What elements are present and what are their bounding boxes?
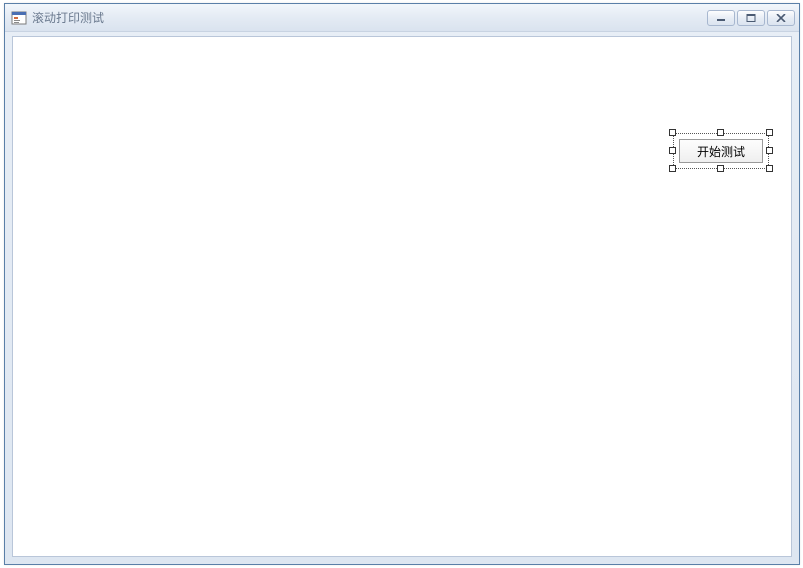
maximize-button[interactable] bbox=[737, 10, 765, 26]
window-frame: 滚动打印测试 开始测试 bbox=[4, 3, 800, 565]
window-controls bbox=[707, 10, 795, 26]
close-button[interactable] bbox=[767, 10, 795, 26]
titlebar[interactable]: 滚动打印测试 bbox=[5, 4, 799, 32]
resize-handle-ne[interactable] bbox=[766, 129, 773, 136]
start-test-button[interactable]: 开始测试 bbox=[679, 139, 763, 163]
resize-handle-n[interactable] bbox=[717, 129, 724, 136]
resize-handle-e[interactable] bbox=[766, 147, 773, 154]
resize-handle-nw[interactable] bbox=[669, 129, 676, 136]
resize-handle-se[interactable] bbox=[766, 165, 773, 172]
form-client-area: 开始测试 bbox=[12, 36, 792, 557]
resize-handle-w[interactable] bbox=[669, 147, 676, 154]
app-icon bbox=[11, 10, 27, 26]
start-test-button-label: 开始测试 bbox=[697, 143, 745, 160]
window-title: 滚动打印测试 bbox=[32, 9, 707, 26]
resize-handle-sw[interactable] bbox=[669, 165, 676, 172]
minimize-button[interactable] bbox=[707, 10, 735, 26]
resize-handle-s[interactable] bbox=[717, 165, 724, 172]
